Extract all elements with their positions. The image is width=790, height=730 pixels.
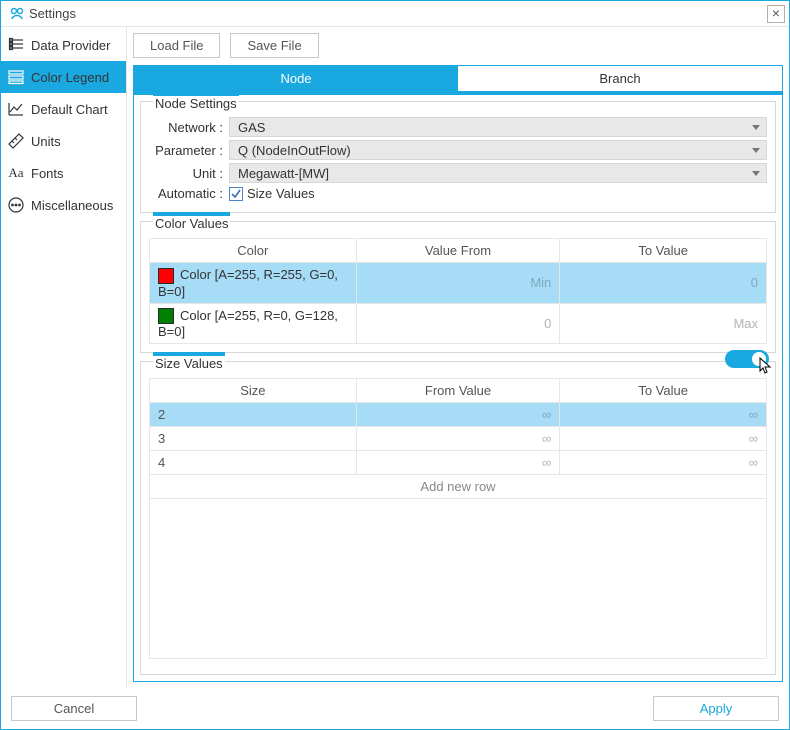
- stack-icon: [7, 36, 25, 54]
- main-panel: Load File Save File Node Branch Node Set…: [127, 27, 789, 688]
- sidebar-item-label: Miscellaneous: [31, 198, 113, 213]
- table-row[interactable]: 3 ∞ ∞: [150, 427, 767, 451]
- sidebar-item-label: Color Legend: [31, 70, 109, 85]
- color-swatch: [158, 308, 174, 324]
- automatic-checkbox[interactable]: [229, 187, 243, 201]
- size-values-group: Size Values Size From Value To Value: [140, 361, 776, 675]
- size-values-table: Size From Value To Value 2 ∞ ∞ 3: [149, 378, 767, 659]
- col-color: Color: [150, 239, 357, 263]
- col-to: To Value: [560, 239, 767, 263]
- color-values-table: Color Value From To Value Color [A=255, …: [149, 238, 767, 344]
- sidebar-item-data-provider[interactable]: Data Provider: [1, 29, 126, 61]
- col-from: Value From: [356, 239, 560, 263]
- close-button[interactable]: ×: [767, 5, 785, 23]
- apply-button[interactable]: Apply: [653, 696, 779, 721]
- load-file-button[interactable]: Load File: [133, 33, 220, 58]
- table-row[interactable]: 2 ∞ ∞: [150, 403, 767, 427]
- node-settings-group: Node Settings Network : GAS Parameter : …: [140, 101, 776, 213]
- tab-body: Node Settings Network : GAS Parameter : …: [133, 91, 783, 682]
- network-select[interactable]: GAS: [229, 117, 767, 137]
- group-title: Node Settings: [153, 92, 239, 111]
- sidebar-item-label: Fonts: [31, 166, 64, 181]
- group-title: Size Values: [153, 352, 225, 371]
- parameter-label: Parameter :: [149, 143, 229, 158]
- group-title: Color Values: [153, 212, 230, 231]
- color-swatch: [158, 268, 174, 284]
- window-title: Settings: [29, 6, 767, 21]
- content: Data Provider Color Legend Default Chart…: [1, 27, 789, 688]
- table-row[interactable]: Color [A=255, R=0, G=128, B=0] 0 Max: [150, 303, 767, 344]
- legend-icon: [7, 68, 25, 86]
- app-logo-icon: [9, 6, 25, 22]
- add-row[interactable]: Add new row: [150, 475, 767, 499]
- more-icon: [7, 196, 25, 214]
- col-from: From Value: [356, 379, 560, 403]
- col-to: To Value: [560, 379, 767, 403]
- sidebar-item-label: Units: [31, 134, 61, 149]
- save-file-button[interactable]: Save File: [230, 33, 318, 58]
- col-size: Size: [150, 379, 357, 403]
- unit-label: Unit :: [149, 166, 229, 181]
- unit-select[interactable]: Megawatt-[MW]: [229, 163, 767, 183]
- table-spacer: [150, 499, 767, 659]
- titlebar: Settings ×: [1, 1, 789, 27]
- table-row[interactable]: Color [A=255, R=255, G=0, B=0] Min 0: [150, 263, 767, 304]
- sidebar-item-fonts[interactable]: Aa Fonts: [1, 157, 126, 189]
- size-values-toggle[interactable]: [725, 350, 769, 368]
- sidebar-item-label: Default Chart: [31, 102, 108, 117]
- footer: Cancel Apply: [1, 688, 789, 729]
- automatic-label: Automatic :: [149, 186, 229, 201]
- network-label: Network :: [149, 120, 229, 135]
- tab-strip: Node Branch: [133, 65, 783, 91]
- parameter-select[interactable]: Q (NodeInOutFlow): [229, 140, 767, 160]
- tab-node[interactable]: Node: [134, 66, 458, 91]
- sidebar-item-default-chart[interactable]: Default Chart: [1, 93, 126, 125]
- sidebar-item-color-legend[interactable]: Color Legend: [1, 61, 126, 93]
- sidebar-item-miscellaneous[interactable]: Miscellaneous: [1, 189, 126, 221]
- cancel-button[interactable]: Cancel: [11, 696, 137, 721]
- automatic-check-label: Size Values: [247, 186, 315, 201]
- sidebar-item-label: Data Provider: [31, 38, 110, 53]
- chart-icon: [7, 100, 25, 118]
- color-values-group: Color Values Color Value From To Value C…: [140, 221, 776, 353]
- table-row[interactable]: 4 ∞ ∞: [150, 451, 767, 475]
- ruler-icon: [7, 132, 25, 150]
- fonts-icon: Aa: [7, 164, 25, 182]
- sidebar: Data Provider Color Legend Default Chart…: [1, 27, 127, 688]
- tab-branch[interactable]: Branch: [458, 66, 782, 91]
- toolbar: Load File Save File: [133, 33, 783, 58]
- sidebar-item-units[interactable]: Units: [1, 125, 126, 157]
